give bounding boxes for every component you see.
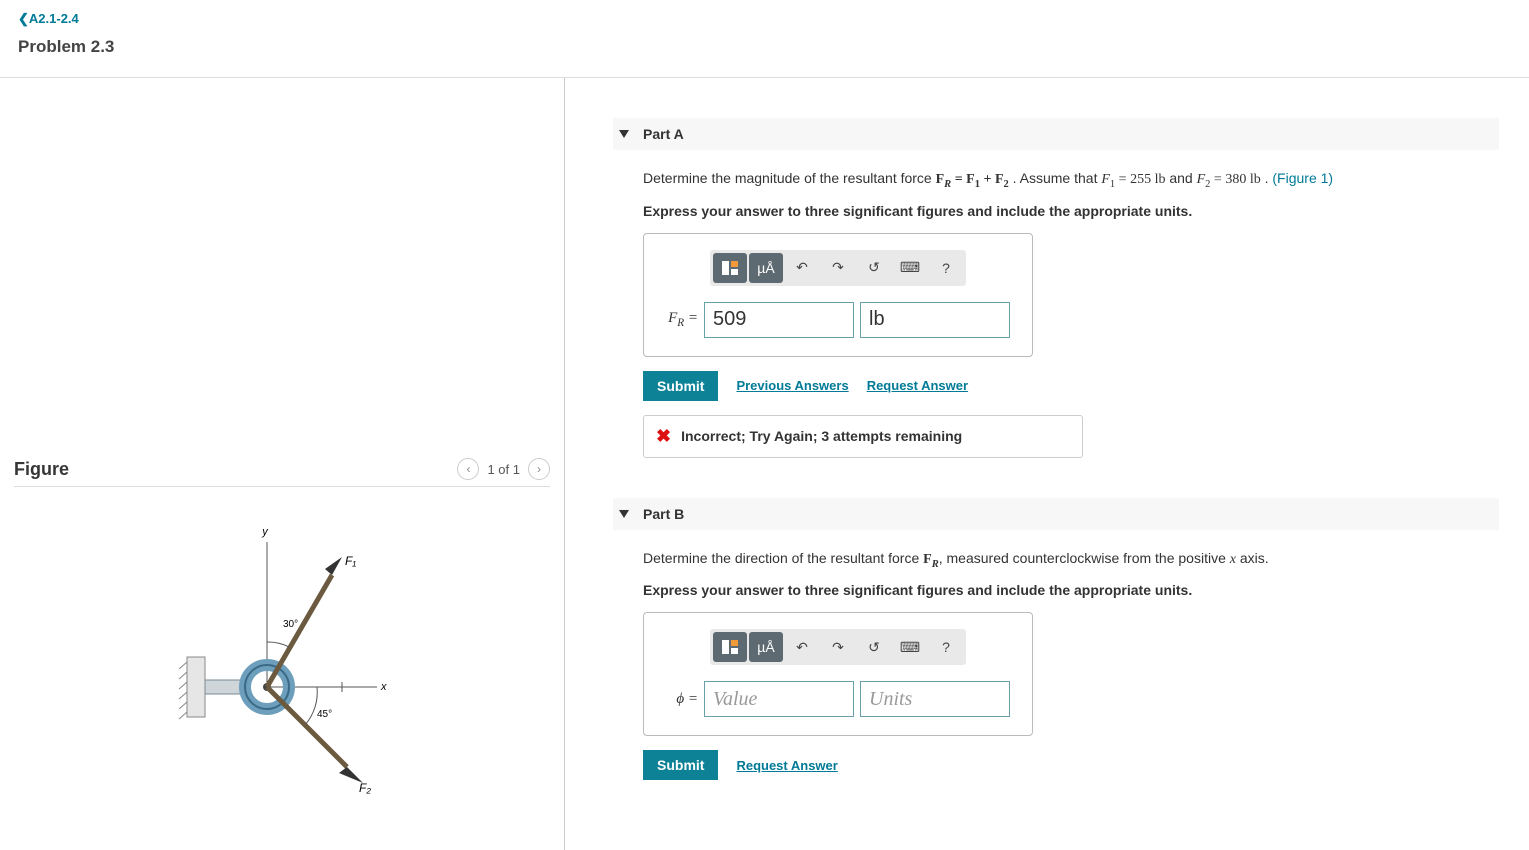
part-a-feedback: ✖ Incorrect; Try Again; 3 attempts remai…	[643, 415, 1083, 458]
back-link-text: A2.1-2.4	[29, 11, 79, 26]
undo-button[interactable]: ↶	[785, 253, 819, 283]
reset-button[interactable]: ↺	[857, 253, 891, 283]
help-button[interactable]: ?	[929, 632, 963, 662]
figure-header: Figure ‹ 1 of 1 ›	[14, 458, 550, 487]
part-b-actions: Submit Request Answer	[643, 750, 1499, 780]
help-button[interactable]: ?	[929, 253, 963, 283]
part-a-header[interactable]: Part A	[613, 118, 1499, 150]
redo-button[interactable]: ↷	[821, 253, 855, 283]
part-b-value-input[interactable]	[704, 681, 854, 717]
part-b-submit-button[interactable]: Submit	[643, 750, 718, 780]
answer-column: Part A Determine the magnitude of the re…	[565, 78, 1529, 850]
units-button[interactable]: µÅ	[749, 253, 783, 283]
part-b-header[interactable]: Part B	[613, 498, 1499, 530]
caret-down-icon	[619, 510, 629, 518]
part-a-var-label: FR =	[660, 310, 698, 329]
part-b-units-input[interactable]	[860, 681, 1010, 717]
part-a-value-input[interactable]	[704, 302, 854, 338]
part-a-toolbar: µÅ ↶ ↷ ↺ ⌨ ?	[710, 250, 966, 286]
f2-label: F₂	[359, 781, 371, 795]
part-b-answer-box: µÅ ↶ ↷ ↺ ⌨ ? ϕ =	[643, 612, 1033, 736]
pager-prev-button[interactable]: ‹	[457, 458, 479, 480]
part-b-toolbar: µÅ ↶ ↷ ↺ ⌨ ?	[710, 629, 966, 665]
reset-button[interactable]: ↺	[857, 632, 891, 662]
angle2-label: 45°	[317, 709, 332, 720]
keyboard-button[interactable]: ⌨	[893, 632, 927, 662]
templates-button[interactable]	[713, 632, 747, 662]
figure-diagram: y x F₁ 30	[167, 517, 397, 797]
part-a-prompt: Determine the magnitude of the resultant…	[643, 168, 1499, 193]
f1-label: F₁	[345, 554, 356, 568]
part-b-title: Part B	[643, 506, 684, 522]
part-a-previous-answers-link[interactable]: Previous Answers	[736, 378, 848, 393]
pager-text: 1 of 1	[487, 462, 520, 477]
undo-button[interactable]: ↶	[785, 632, 819, 662]
x-axis-label: x	[380, 681, 387, 693]
part-a: Part A Determine the magnitude of the re…	[613, 118, 1499, 458]
content: Figure ‹ 1 of 1 › y x	[0, 78, 1529, 850]
figure-pager: ‹ 1 of 1 ›	[457, 458, 550, 480]
part-b-instruction: Express your answer to three significant…	[643, 582, 1499, 598]
part-b-prompt: Determine the direction of the resultant…	[643, 548, 1499, 573]
part-a-answer-box: µÅ ↶ ↷ ↺ ⌨ ? FR =	[643, 233, 1033, 357]
part-a-instruction: Express your answer to three significant…	[643, 203, 1499, 219]
pager-next-button[interactable]: ›	[528, 458, 550, 480]
page-header: ❮A2.1-2.4 Problem 2.3	[0, 0, 1529, 65]
caret-down-icon	[619, 130, 629, 138]
part-a-request-answer-link[interactable]: Request Answer	[867, 378, 968, 393]
part-b-request-answer-link[interactable]: Request Answer	[736, 758, 837, 773]
redo-button[interactable]: ↷	[821, 632, 855, 662]
part-a-submit-button[interactable]: Submit	[643, 371, 718, 401]
angle1-label: 30°	[283, 619, 298, 630]
figure-title: Figure	[14, 459, 69, 480]
figure-link[interactable]: (Figure 1)	[1272, 170, 1333, 186]
incorrect-icon: ✖	[656, 426, 671, 447]
part-a-title: Part A	[643, 126, 684, 142]
templates-button[interactable]	[713, 253, 747, 283]
part-a-units-input[interactable]	[860, 302, 1010, 338]
part-b: Part B Determine the direction of the re…	[613, 498, 1499, 781]
y-axis-label: y	[261, 526, 269, 538]
problem-title: Problem 2.3	[18, 37, 1511, 57]
figure-column: Figure ‹ 1 of 1 › y x	[0, 78, 565, 850]
part-b-var-label: ϕ =	[660, 691, 698, 708]
back-link[interactable]: ❮A2.1-2.4	[18, 11, 79, 26]
part-a-feedback-text: Incorrect; Try Again; 3 attempts remaini…	[681, 428, 962, 444]
units-button[interactable]: µÅ	[749, 632, 783, 662]
keyboard-button[interactable]: ⌨	[893, 253, 927, 283]
part-a-actions: Submit Previous Answers Request Answer	[643, 371, 1499, 401]
